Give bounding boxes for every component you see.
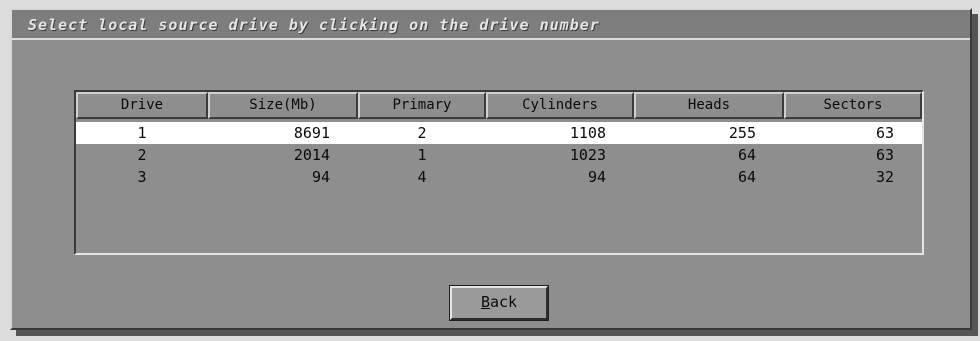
- table-row[interactable]: 1 8691 2 1108 255 63: [76, 122, 922, 144]
- title-bar: Select local source drive by clicking on…: [12, 10, 970, 40]
- sectors-cell: 32: [875, 168, 894, 186]
- back-button-mnemonic: B: [480, 293, 490, 311]
- sectors-cell: 63: [875, 124, 894, 142]
- cylinders-cell: 1023: [569, 146, 606, 164]
- column-header-size[interactable]: Size(Mb): [208, 92, 358, 119]
- table-row[interactable]: 3 94 4 94 64 32: [76, 166, 922, 188]
- drive-number-cell[interactable]: 2: [76, 144, 208, 166]
- size-cell: 94: [311, 168, 330, 186]
- table-header: Drive Size(Mb) Primary Cylinders Heads S…: [76, 92, 922, 119]
- heads-cell: 64: [737, 168, 756, 186]
- table-body: 1 8691 2 1108 255 63 2 2014 1 1023 64 63…: [76, 122, 922, 188]
- column-header-cylinders[interactable]: Cylinders: [486, 92, 634, 119]
- primary-cell: 1: [417, 146, 427, 164]
- column-header-drive[interactable]: Drive: [76, 92, 208, 119]
- cylinders-cell: 94: [587, 168, 606, 186]
- heads-cell: 255: [728, 124, 756, 142]
- sectors-cell: 63: [875, 146, 894, 164]
- column-header-heads[interactable]: Heads: [634, 92, 784, 119]
- drive-select-dialog: Select local source drive by clicking on…: [10, 8, 972, 330]
- primary-cell: 4: [417, 168, 427, 186]
- cylinders-cell: 1108: [569, 124, 606, 142]
- drive-number-cell[interactable]: 1: [76, 122, 208, 144]
- back-button-label: ack: [489, 293, 518, 311]
- drive-table: Drive Size(Mb) Primary Cylinders Heads S…: [74, 90, 924, 255]
- back-button[interactable]: Back: [449, 285, 549, 321]
- size-cell: 8691: [293, 124, 330, 142]
- heads-cell: 64: [737, 146, 756, 164]
- drive-number-cell[interactable]: 3: [76, 166, 208, 188]
- column-header-primary[interactable]: Primary: [358, 92, 486, 119]
- dialog-title: Select local source drive by clicking on…: [28, 16, 600, 34]
- column-header-sectors[interactable]: Sectors: [784, 92, 922, 119]
- primary-cell: 2: [417, 124, 427, 142]
- size-cell: 2014: [293, 146, 330, 164]
- table-row[interactable]: 2 2014 1 1023 64 63: [76, 144, 922, 166]
